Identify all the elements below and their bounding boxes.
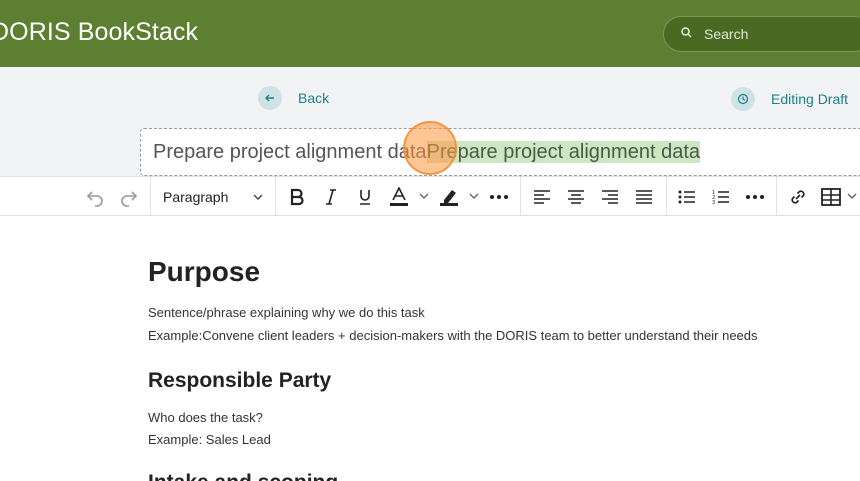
more-icon — [746, 195, 764, 199]
purpose-line-1: Sentence/phrase explaining why we do thi… — [148, 305, 425, 320]
table-icon — [821, 188, 857, 206]
align-center-button[interactable] — [565, 183, 587, 211]
italic-icon — [326, 189, 336, 205]
search-box[interactable] — [663, 16, 860, 52]
highlight-color-button[interactable] — [438, 183, 482, 211]
redo-icon — [121, 191, 138, 207]
clock-icon — [731, 87, 755, 111]
insert-table-button[interactable] — [820, 183, 860, 211]
heading-purpose: Purpose — [148, 256, 261, 287]
page-title-input[interactable]: Prepare project alignment dataPrepare pr… — [140, 128, 860, 176]
back-button[interactable]: Back — [258, 86, 329, 110]
toolbar-separator — [776, 177, 777, 216]
align-justify-button[interactable] — [633, 183, 655, 211]
align-right-icon — [602, 190, 618, 204]
toolbar-separator — [275, 177, 276, 216]
bold-button[interactable] — [286, 183, 308, 211]
text-color-icon — [390, 187, 429, 206]
align-right-button[interactable] — [599, 183, 621, 211]
chevron-down-icon — [253, 194, 263, 200]
heading-partial: Intake and scoping — [148, 471, 338, 481]
editor-toolbar: Paragraph 123 — [0, 176, 860, 216]
numbered-list-icon: 123 — [712, 190, 729, 205]
app-header: DORIS BookStack — [0, 0, 860, 67]
italic-button[interactable] — [320, 183, 342, 211]
text-color-button[interactable] — [388, 183, 432, 211]
undo-button[interactable] — [83, 183, 107, 211]
heading-responsible-party: Responsible Party — [148, 369, 332, 392]
search-icon — [681, 27, 692, 38]
purpose-line-2: Example:Convene client leaders + decisio… — [148, 328, 758, 343]
align-left-button[interactable] — [531, 183, 553, 211]
editing-draft-button[interactable]: Editing Draft — [731, 87, 848, 111]
toolbar-separator — [520, 177, 521, 216]
underline-button[interactable] — [354, 183, 376, 211]
numbered-list-button[interactable]: 123 — [710, 183, 732, 211]
search-input[interactable] — [704, 24, 854, 44]
click-marker — [403, 121, 457, 175]
align-justify-icon — [636, 190, 652, 204]
align-center-icon — [568, 190, 584, 204]
bold-icon — [290, 188, 304, 206]
underline-icon — [360, 190, 370, 205]
link-icon — [791, 190, 805, 204]
redo-button[interactable] — [117, 183, 141, 211]
bullet-list-button[interactable] — [676, 183, 698, 211]
title-selected-text: Prepare project alignment data — [426, 141, 700, 163]
title-typed-text: Prepare project alignment data — [153, 141, 427, 163]
toolbar-separator — [666, 177, 667, 216]
responsible-line-2: Example: Sales Lead — [148, 432, 271, 447]
block-format-value: Paragraph — [163, 188, 229, 205]
block-format-select[interactable]: Paragraph — [151, 177, 275, 216]
arrow-left-icon — [258, 86, 282, 110]
editing-draft-label: Editing Draft — [771, 91, 849, 107]
svg-text:3: 3 — [712, 200, 715, 205]
more-lists-button[interactable] — [744, 183, 766, 211]
align-left-icon — [534, 190, 550, 204]
bullet-list-icon — [678, 190, 695, 204]
more-icon — [490, 195, 508, 199]
insert-link-button[interactable] — [787, 183, 809, 211]
highlighter-icon — [440, 190, 479, 206]
back-label: Back — [298, 90, 330, 106]
responsible-line-1: Who does the task? — [148, 410, 263, 425]
undo-icon — [86, 191, 103, 207]
app-title[interactable]: DORIS BookStack — [0, 18, 198, 47]
more-formatting-button[interactable] — [488, 183, 510, 211]
